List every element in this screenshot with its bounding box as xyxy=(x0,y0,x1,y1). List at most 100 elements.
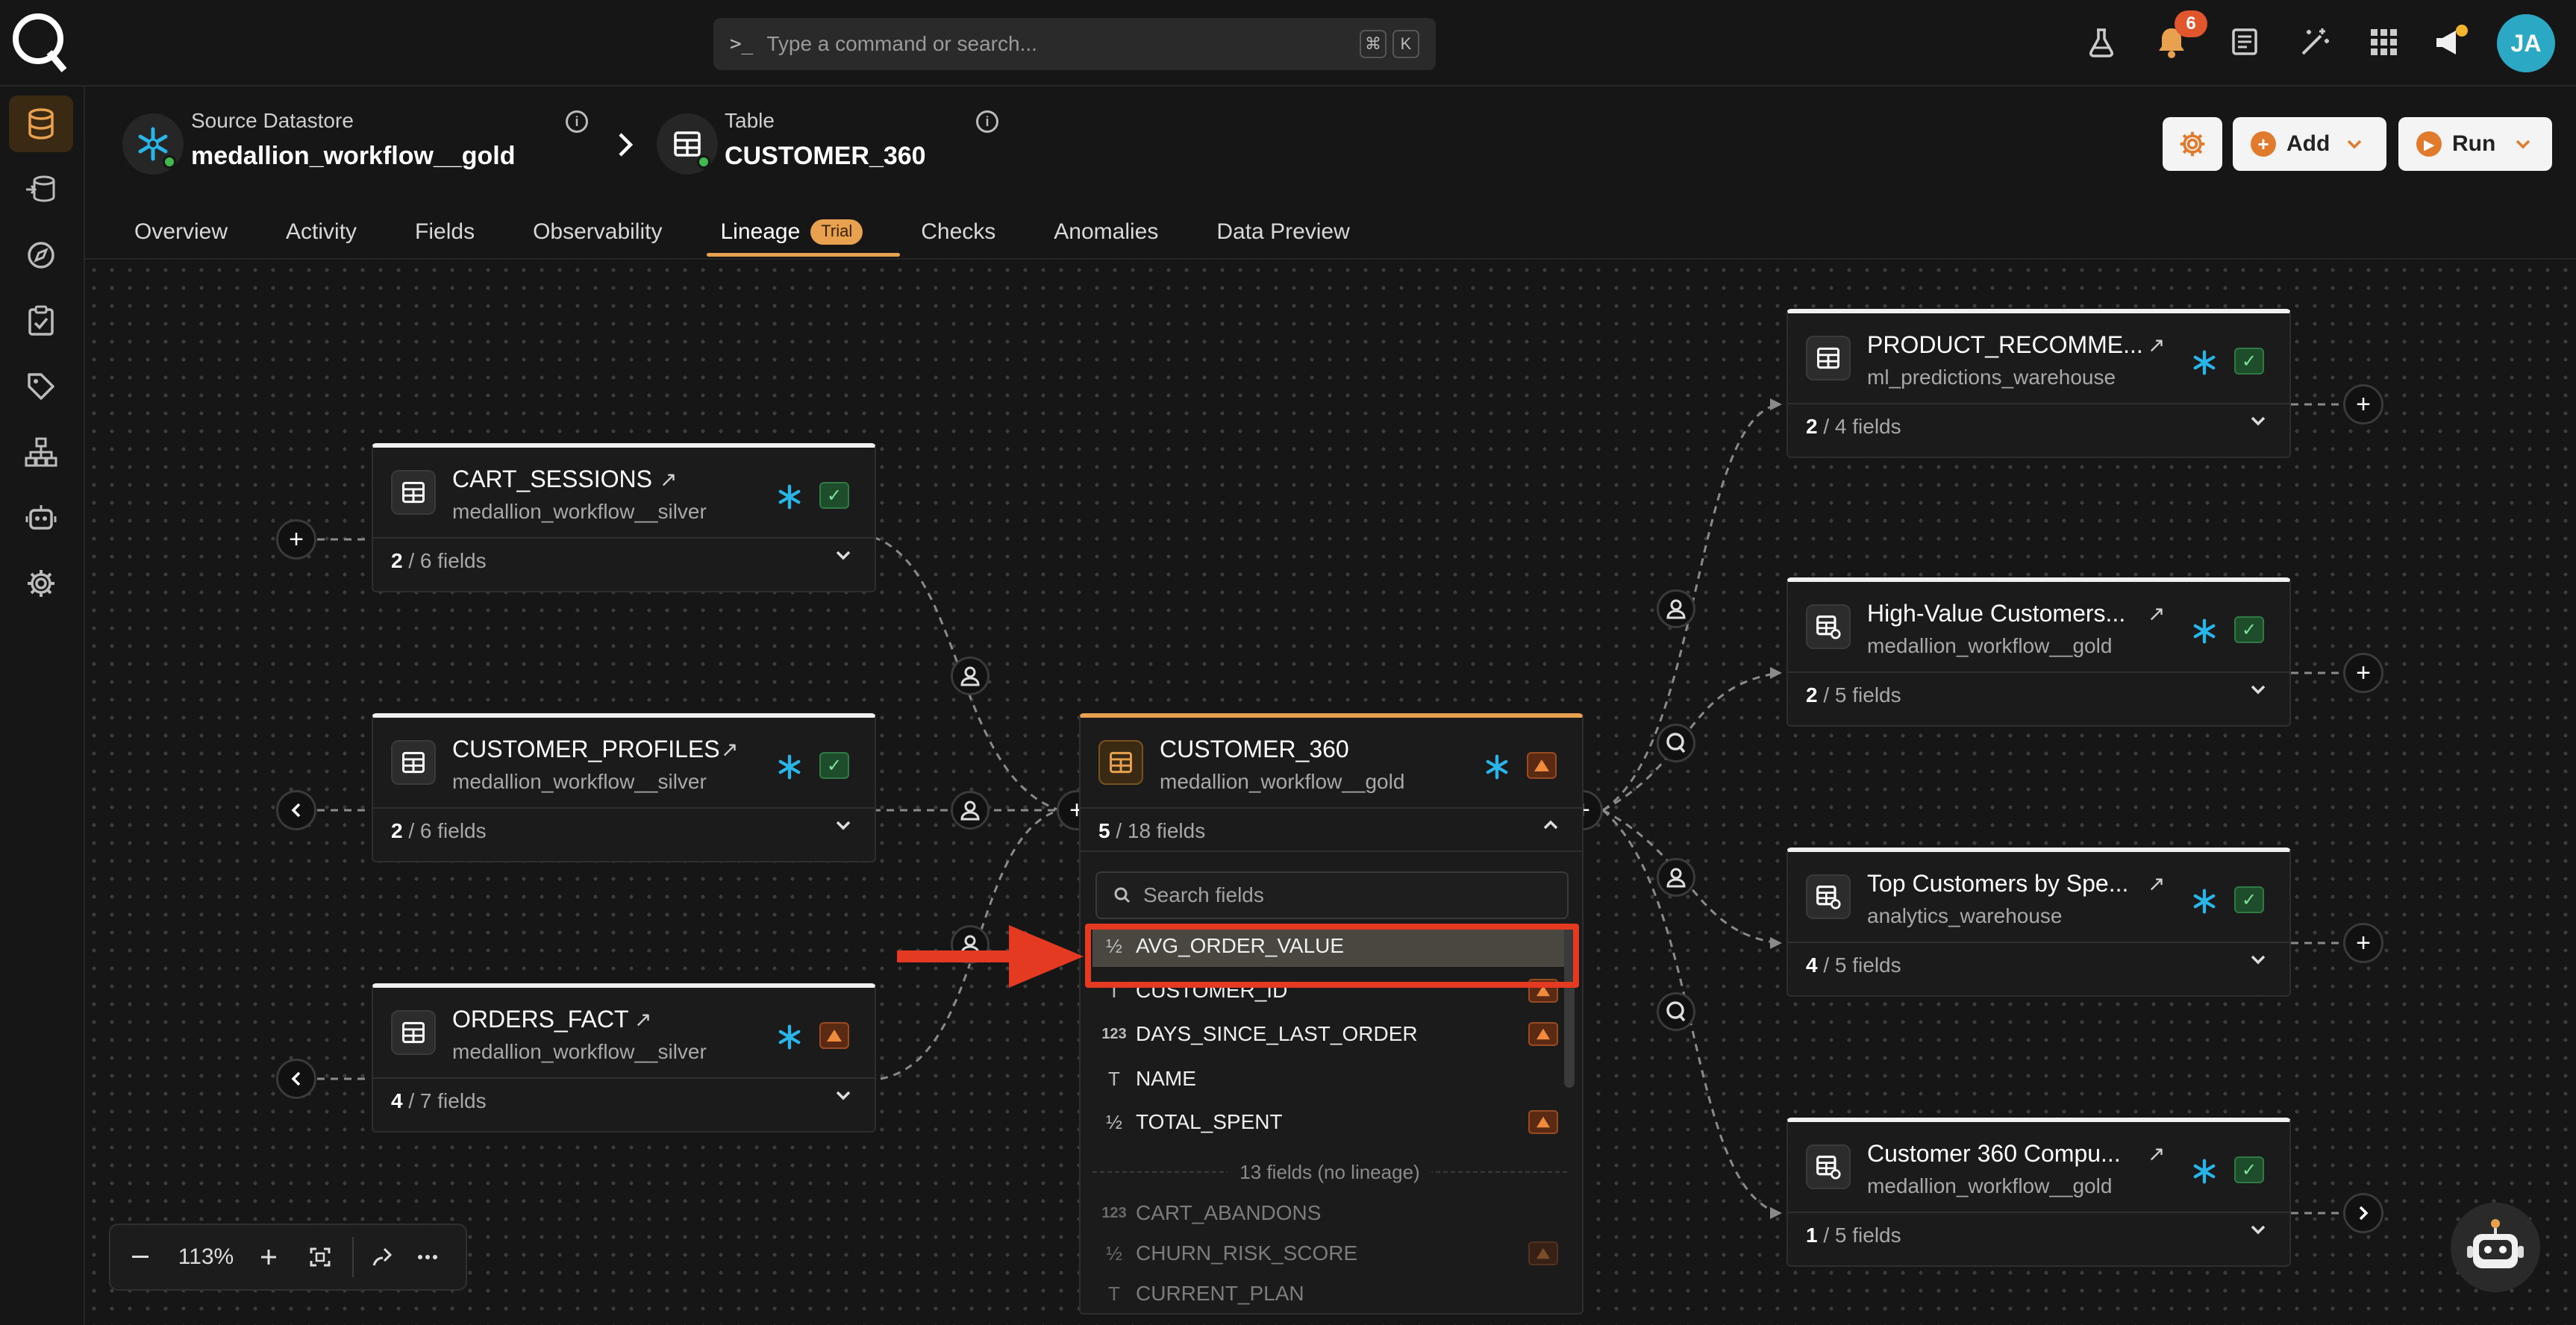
open-external-icon[interactable]: ↗ xyxy=(2148,1141,2165,1166)
table-icon xyxy=(1806,336,1851,380)
qualytics-transform-icon[interactable] xyxy=(1657,724,1695,762)
clean-layout-brush-icon[interactable] xyxy=(361,1224,403,1291)
node-source: analytics_warehouse xyxy=(1867,904,2063,927)
snowflake-icon xyxy=(2191,888,2218,915)
user-transform-icon[interactable] xyxy=(1657,589,1695,628)
chevron-down-icon[interactable] xyxy=(834,819,852,831)
integral-type-icon: 123 xyxy=(1101,1025,1127,1042)
expand-upstream-cart-sessions-button[interactable]: + xyxy=(276,519,316,560)
open-external-icon[interactable]: ↗ xyxy=(2148,333,2165,357)
warning-icon xyxy=(1528,1110,1558,1134)
field-row-days-since-last-order[interactable]: 123 DAYS_SINCE_LAST_ORDER xyxy=(1092,1013,1567,1055)
field-count: 2 / 6 fields xyxy=(391,819,487,842)
warning-icon xyxy=(1528,1022,1558,1046)
field-name: CART_ABANDONS xyxy=(1136,1201,1322,1224)
fit-view-button[interactable] xyxy=(296,1224,345,1291)
lineage-node-high-value-customers[interactable]: High-Value Customers... ↗ medallion_work… xyxy=(1786,577,2291,727)
field-name: NAME xyxy=(1136,1067,1196,1090)
user-transform-icon[interactable] xyxy=(1657,858,1695,897)
fractional-type-icon: ½ xyxy=(1106,1241,1122,1265)
collapse-upstream-customer-profiles-button[interactable] xyxy=(276,790,316,830)
lineage-node-customer-360-compu[interactable]: Customer 360 Compu... ↗ medallion_workfl… xyxy=(1786,1118,2291,1267)
chevron-down-icon[interactable] xyxy=(2249,683,2267,695)
chevron-down-icon[interactable] xyxy=(834,1089,852,1101)
chevron-down-icon[interactable] xyxy=(834,549,852,561)
lineage-node-customer-360[interactable]: CUSTOMER_360 medallion_workflow__gold 5 … xyxy=(1079,713,1584,1315)
field-row-churn-risk-score[interactable]: ½ CHURN_RISK_SCORE xyxy=(1092,1232,1567,1274)
no-lineage-divider: 13 fields (no lineage) xyxy=(1092,1161,1567,1184)
field-row-name[interactable]: T NAME xyxy=(1092,1058,1567,1100)
table-icon xyxy=(391,1010,436,1055)
chevron-up-icon[interactable] xyxy=(1542,819,1560,831)
collapse-downstream-customer-360-compu-button[interactable] xyxy=(2343,1193,2383,1233)
more-options-icon[interactable] xyxy=(403,1224,452,1291)
search-icon xyxy=(1113,886,1131,904)
snowflake-icon xyxy=(2191,349,2218,376)
field-count: 2 / 5 fields xyxy=(1806,683,1901,707)
zoom-out-button[interactable] xyxy=(110,1224,170,1291)
expand-downstream-high-value-button[interactable]: + xyxy=(2343,653,2383,693)
field-name: DAYS_SINCE_LAST_ORDER xyxy=(1136,1022,1418,1045)
warning-status-icon xyxy=(819,1022,849,1049)
qualytics-transform-icon[interactable] xyxy=(1657,992,1695,1031)
annotation-arrow-icon xyxy=(897,925,1084,988)
zoom-level: 113% xyxy=(178,1244,234,1269)
node-source: ml_predictions_warehouse xyxy=(1867,366,2116,389)
check-status-icon: ✓ xyxy=(819,752,849,779)
node-name: Top Customers by Spe... xyxy=(1867,870,2129,897)
open-external-icon[interactable]: ↗ xyxy=(721,737,738,762)
table-icon xyxy=(391,740,436,785)
snowflake-icon xyxy=(776,483,803,510)
field-name: CHURN_RISK_SCORE xyxy=(1136,1241,1358,1265)
chevron-down-icon[interactable] xyxy=(2249,953,2267,965)
no-lineage-label: 13 fields (no lineage) xyxy=(1228,1161,1432,1184)
assistant-bot-button[interactable] xyxy=(2451,1203,2540,1292)
field-row-cart-abandons[interactable]: 123 CART_ABANDONS xyxy=(1092,1192,1567,1234)
computed-table-icon xyxy=(1806,874,1851,919)
open-external-icon[interactable]: ↗ xyxy=(2148,601,2165,626)
open-external-icon[interactable]: ↗ xyxy=(660,467,677,492)
snowflake-icon xyxy=(2191,618,2218,645)
node-source: medallion_workflow__gold xyxy=(1867,634,2113,657)
field-row-total-spent[interactable]: ½ TOTAL_SPENT xyxy=(1092,1101,1567,1143)
field-name: TOTAL_SPENT xyxy=(1136,1110,1283,1133)
lineage-node-top-customers[interactable]: Top Customers by Spe... ↗ analytics_ware… xyxy=(1786,848,2291,997)
lineage-node-customer-profiles[interactable]: CUSTOMER_PROFILES ↗ medallion_workflow__… xyxy=(372,713,876,862)
lineage-node-orders-fact[interactable]: ORDERS_FACT ↗ medallion_workflow__silver… xyxy=(372,983,876,1133)
field-count: 5 / 18 fields xyxy=(1098,819,1206,842)
chevron-down-icon[interactable] xyxy=(2249,415,2267,427)
zoom-in-button[interactable] xyxy=(242,1224,296,1291)
check-status-icon: ✓ xyxy=(2234,1156,2264,1183)
node-source: medallion_workflow__gold xyxy=(1160,770,1405,793)
search-fields-input[interactable]: Search fields xyxy=(1095,871,1569,919)
warning-status-icon xyxy=(1527,752,1557,779)
search-fields-placeholder: Search fields xyxy=(1143,883,1264,906)
node-source: medallion_workflow__silver xyxy=(452,1040,707,1063)
collapse-upstream-orders-fact-button[interactable] xyxy=(276,1059,316,1099)
fractional-type-icon: ½ xyxy=(1106,1110,1122,1133)
snowflake-icon xyxy=(1484,754,1510,780)
expand-downstream-top-customers-button[interactable]: + xyxy=(2343,923,2383,963)
chevron-down-icon[interactable] xyxy=(2249,1224,2267,1235)
field-count: 2 / 4 fields xyxy=(1806,415,1901,438)
node-source: medallion_workflow__silver xyxy=(452,500,707,523)
field-row-current-plan[interactable]: T CURRENT_PLAN xyxy=(1092,1273,1567,1315)
lineage-node-cart-sessions[interactable]: CART_SESSIONS ↗ medallion_workflow__silv… xyxy=(372,443,876,592)
field-count: 1 / 5 fields xyxy=(1806,1224,1901,1247)
computed-table-icon xyxy=(1806,604,1851,649)
node-source: medallion_workflow__gold xyxy=(1867,1174,2113,1197)
node-source: medallion_workflow__silver xyxy=(452,770,707,793)
robot-icon xyxy=(2467,1219,2524,1268)
open-external-icon[interactable]: ↗ xyxy=(634,1007,651,1032)
lineage-node-product-recomme[interactable]: PRODUCT_RECOMME... ↗ ml_predictions_ware… xyxy=(1786,309,2291,458)
open-external-icon[interactable]: ↗ xyxy=(2148,871,2165,896)
user-transform-icon[interactable] xyxy=(951,657,990,695)
field-count: 4 / 5 fields xyxy=(1806,953,1901,977)
node-name: PRODUCT_RECOMME... xyxy=(1867,331,2143,358)
snowflake-icon xyxy=(776,754,803,780)
user-transform-icon[interactable] xyxy=(951,791,990,830)
table-icon xyxy=(1098,740,1143,785)
string-type-icon: T xyxy=(1108,1282,1120,1305)
expand-downstream-product-recomme-button[interactable]: + xyxy=(2343,384,2383,425)
field-count: 4 / 7 fields xyxy=(391,1089,487,1112)
